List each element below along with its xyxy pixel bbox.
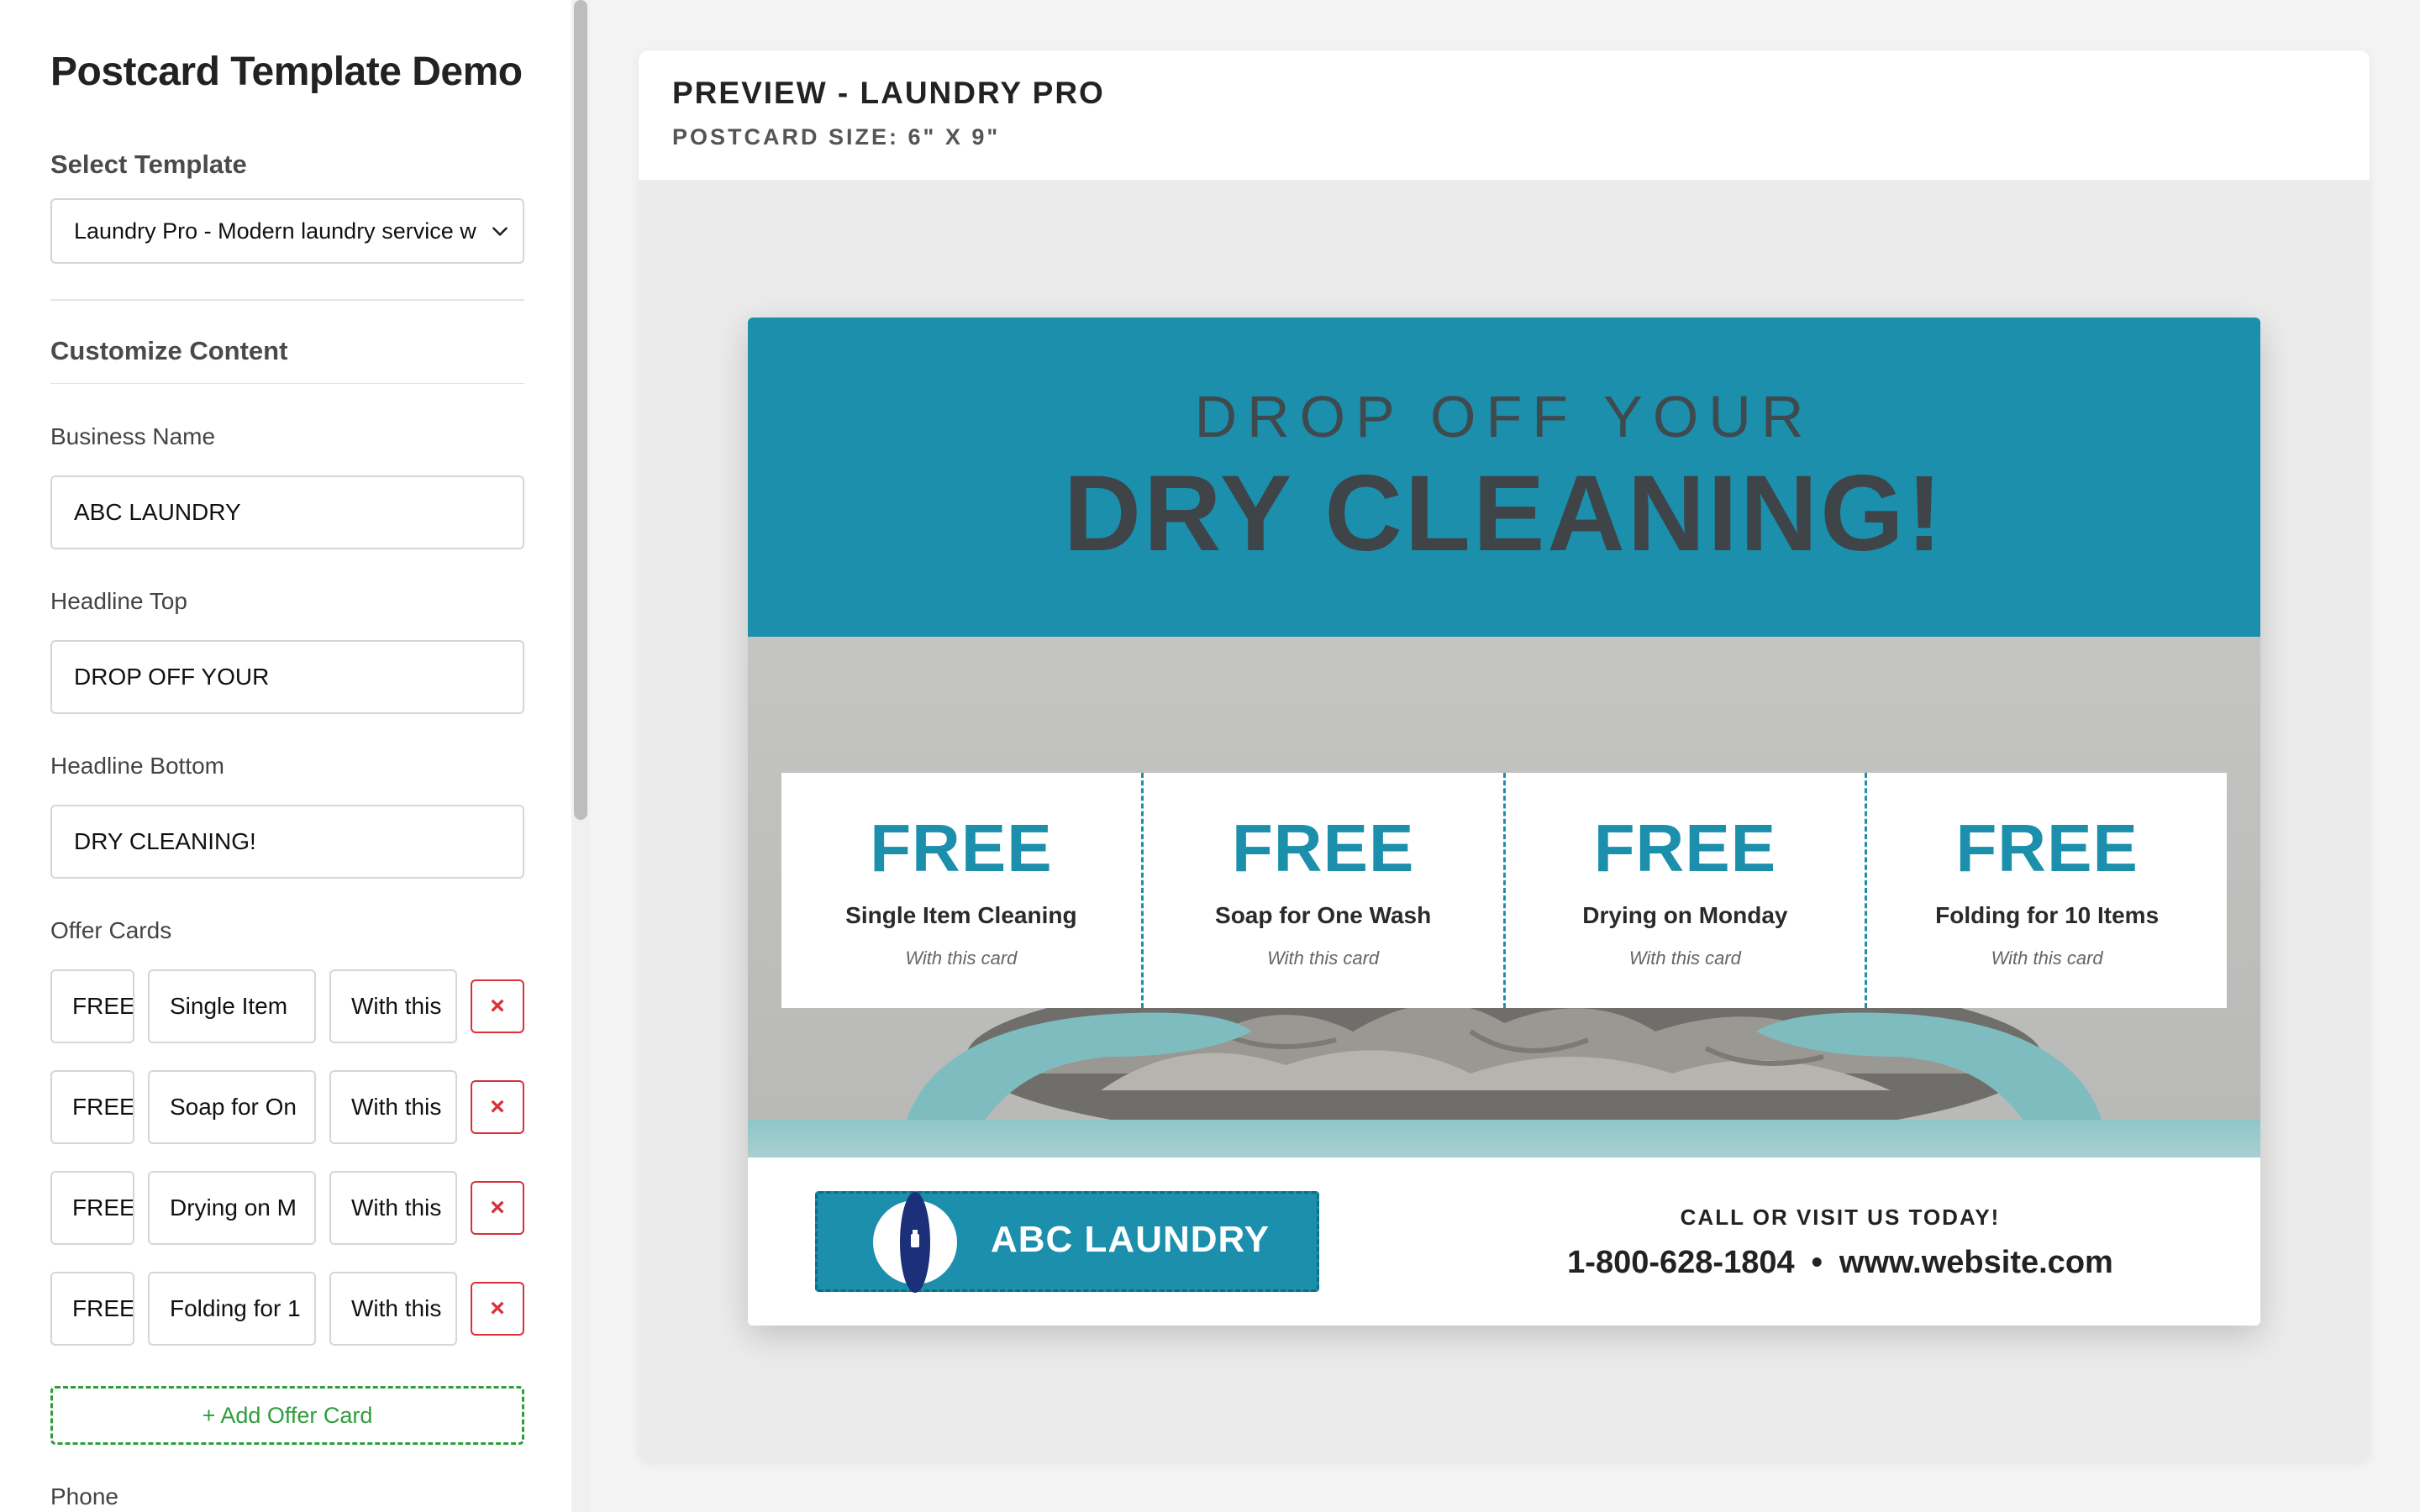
delete-offer-button[interactable]: × xyxy=(471,1080,524,1134)
add-offer-card-button[interactable]: + Add Offer Card xyxy=(50,1386,524,1445)
headline-top-input[interactable]: DROP OFF YOUR xyxy=(50,640,524,714)
offer-free-text: FREE xyxy=(1593,811,1777,885)
offer-sub-input[interactable]: With this xyxy=(329,969,457,1043)
template-select[interactable]: Laundry Pro - Modern laundry service w xyxy=(50,198,524,264)
chevron-down-icon xyxy=(492,227,508,236)
offer-card: FREE Drying on Monday With this card xyxy=(1506,773,1868,1008)
offer-free-input[interactable]: FREE xyxy=(50,969,134,1043)
offer-row: FREE Soap for On With this × xyxy=(50,1070,524,1144)
offer-free-input[interactable]: FREE xyxy=(50,1171,134,1245)
delete-offer-button[interactable]: × xyxy=(471,1282,524,1336)
laundry-basket-photo: FREE Single Item Cleaning With this card… xyxy=(748,637,2260,1158)
divider xyxy=(50,299,524,301)
postcard-header: DROP OFF YOUR DRY CLEANING! xyxy=(748,318,2260,637)
template-select-value: Laundry Pro - Modern laundry service w xyxy=(74,218,476,244)
offer-title: Folding for 10 Items xyxy=(1935,902,2160,928)
offer-subtitle: With this card xyxy=(1991,948,2103,969)
sidebar: Postcard Template Demo Select Template L… xyxy=(0,0,571,1512)
laundry-logo-icon xyxy=(873,1192,957,1293)
headline-top-label: Headline Top xyxy=(50,588,187,614)
call-to-action: CALL OR VISIT US TODAY! xyxy=(1680,1205,2001,1230)
headline-bottom: DRY CLEANING! xyxy=(1063,454,1945,574)
offer-subtitle: With this card xyxy=(1628,948,1741,969)
business-name-label: Business Name xyxy=(50,423,216,449)
offer-free-text: FREE xyxy=(870,811,1053,885)
offer-subtitle: With this card xyxy=(1267,948,1380,969)
postcard-footer: ABC LAUNDRY CALL OR VISIT US TODAY! 1-80… xyxy=(748,1158,2260,1326)
offer-subtitle: With this card xyxy=(905,948,1018,969)
customize-content-label: Customize Content xyxy=(50,336,288,365)
offer-card: FREE Soap for One Wash With this card xyxy=(1144,773,1506,1008)
preview-title: PREVIEW - LAUNDRY PRO xyxy=(672,76,1105,110)
offer-card: FREE Single Item Cleaning With this card xyxy=(781,773,1144,1008)
headline-bottom-label: Headline Bottom xyxy=(50,753,225,779)
postcard-size-label: POSTCARD SIZE: 6" X 9" xyxy=(672,124,1001,150)
offer-title: Single Item Cleaning xyxy=(845,902,1077,928)
offer-title-input[interactable]: Single Item xyxy=(148,969,316,1043)
headline-top: DROP OFF YOUR xyxy=(1194,384,1814,449)
offer-sub-input[interactable]: With this xyxy=(329,1070,457,1144)
offer-free-input[interactable]: FREE xyxy=(50,1272,134,1346)
offer-row: FREE Drying on M With this × xyxy=(50,1171,524,1245)
offer-cards-label: Offer Cards xyxy=(50,917,172,943)
preview-header: PREVIEW - LAUNDRY PRO POSTCARD SIZE: 6" … xyxy=(639,50,2370,180)
business-name-input[interactable]: ABC LAUNDRY xyxy=(50,475,524,549)
offer-strip: FREE Single Item Cleaning With this card… xyxy=(781,773,2227,1008)
business-logo-badge: ABC LAUNDRY xyxy=(815,1191,1319,1293)
delete-offer-button[interactable]: × xyxy=(471,1181,524,1235)
offer-free-input[interactable]: FREE xyxy=(50,1070,134,1144)
contact-line: 1-800-628-1804 • www.website.com xyxy=(1428,1245,2252,1281)
offer-sub-input[interactable]: With this xyxy=(329,1272,457,1346)
select-template-label: Select Template xyxy=(50,150,247,179)
offer-title: Drying on Monday xyxy=(1582,902,1788,928)
phone-number: 1-800-628-1804 xyxy=(1567,1245,1795,1280)
headline-bottom-input[interactable]: DRY CLEANING! xyxy=(50,805,524,879)
business-name: ABC LAUNDRY xyxy=(991,1219,1270,1260)
phone-label: Phone xyxy=(50,1483,118,1509)
divider xyxy=(50,383,524,384)
offer-card: FREE Folding for 10 Items With this card xyxy=(1867,773,2227,1008)
website: www.website.com xyxy=(1839,1245,2113,1280)
offer-row: FREE Single Item With this × xyxy=(50,969,524,1043)
delete-offer-button[interactable]: × xyxy=(471,979,524,1033)
offer-free-text: FREE xyxy=(1231,811,1415,885)
postcard-preview: DROP OFF YOUR DRY CLEANING! FREE Single … xyxy=(748,318,2260,1326)
offer-title-input[interactable]: Soap for On xyxy=(148,1070,316,1144)
offer-free-text: FREE xyxy=(1955,811,2139,885)
offer-title-input[interactable]: Folding for 1 xyxy=(148,1272,316,1346)
offer-title-input[interactable]: Drying on M xyxy=(148,1171,316,1245)
offer-title: Soap for One Wash xyxy=(1215,902,1432,928)
offer-sub-input[interactable]: With this xyxy=(329,1171,457,1245)
offer-row: FREE Folding for 1 With this × xyxy=(50,1272,524,1346)
separator-dot: • xyxy=(1811,1245,1823,1280)
sidebar-scrollbar-thumb[interactable] xyxy=(574,0,587,820)
app-title: Postcard Template Demo xyxy=(50,50,523,94)
